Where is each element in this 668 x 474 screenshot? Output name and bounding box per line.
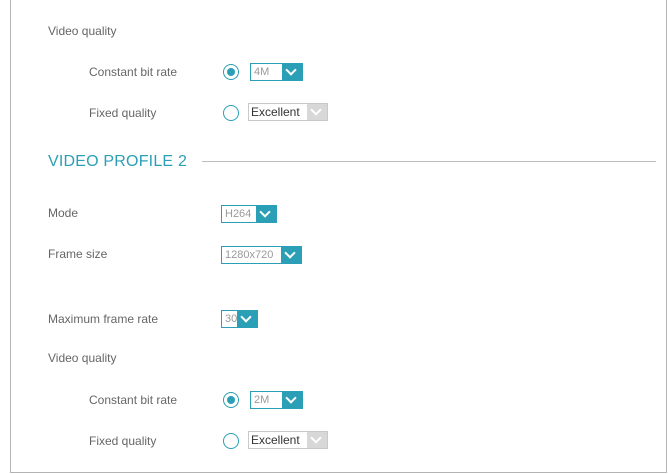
- chevron-down-icon: [237, 311, 257, 327]
- p2-max-frame-rate-label: Maximum frame rate: [48, 312, 159, 326]
- p2-fixed-quality-label: Fixed quality: [89, 434, 157, 448]
- p2-fixed-quality-select[interactable]: Excellent: [248, 431, 328, 449]
- p2-bit-rate-value: 2M: [254, 394, 270, 406]
- p2-video-quality-label: Video quality: [48, 351, 117, 365]
- p2-fixed-quality-radio[interactable]: [223, 433, 239, 449]
- p2-mode-label: Mode: [48, 206, 79, 220]
- p2-mode-value: H264: [225, 208, 252, 220]
- p2-mode-select[interactable]: H264: [221, 205, 277, 223]
- p1-bit-rate-select[interactable]: 4M: [250, 63, 303, 81]
- p2-fixed-quality-value: Excellent: [251, 433, 300, 447]
- p2-frame-size-select[interactable]: 1280x720: [221, 246, 302, 264]
- p1-video-quality-label: Video quality: [48, 24, 117, 38]
- p2-frame-size-value: 1280x720: [225, 249, 274, 261]
- p2-max-frame-rate-value: 30: [225, 313, 237, 325]
- chevron-down-icon: [281, 247, 301, 263]
- p1-fixed-quality-radio[interactable]: [223, 105, 239, 121]
- chevron-down-icon: [256, 206, 276, 222]
- chevron-down-icon: [282, 392, 302, 408]
- p1-bit-rate-value: 4M: [254, 66, 270, 78]
- p1-constant-bit-rate-label: Constant bit rate: [89, 65, 178, 79]
- section-divider: [202, 161, 656, 162]
- p2-constant-bit-rate-radio[interactable]: [223, 392, 239, 408]
- section-title-video-profile-2: VIDEO PROFILE 2: [48, 153, 188, 170]
- p2-frame-size-label: Frame size: [48, 247, 108, 261]
- p2-max-frame-rate-select[interactable]: 30: [221, 310, 258, 328]
- p1-fixed-quality-select[interactable]: Excellent: [248, 103, 328, 121]
- p2-constant-bit-rate-label: Constant bit rate: [89, 393, 178, 407]
- chevron-down-icon: [307, 432, 327, 448]
- p1-constant-bit-rate-radio[interactable]: [223, 64, 239, 80]
- p1-fixed-quality-label: Fixed quality: [89, 106, 157, 120]
- p1-fixed-quality-value: Excellent: [251, 105, 300, 119]
- chevron-down-icon: [282, 64, 302, 80]
- chevron-down-icon: [307, 104, 327, 120]
- p2-bit-rate-select[interactable]: 2M: [250, 391, 303, 409]
